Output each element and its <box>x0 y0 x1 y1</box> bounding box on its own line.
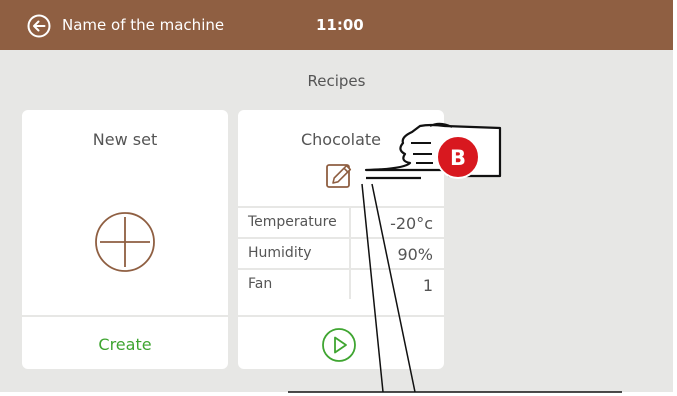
param-label: Temperature <box>248 214 337 230</box>
clock: 11:00 <box>316 16 364 34</box>
pencil-icon[interactable] <box>325 161 355 191</box>
param-value: 90% <box>397 245 433 264</box>
machine-screen: Name of the machine 11:00 Recipes New se… <box>0 0 673 392</box>
plus-circle-icon[interactable] <box>93 210 157 274</box>
param-row-humidity: Humidity 90% <box>238 237 444 268</box>
create-button[interactable]: Create <box>22 315 228 369</box>
recipe-parameters: Temperature -20°c Humidity 90% Fan 1 <box>238 206 444 299</box>
back-arrow-icon[interactable] <box>27 14 51 38</box>
top-bar: Name of the machine 11:00 <box>0 0 673 50</box>
param-row-fan: Fan 1 <box>238 268 444 299</box>
create-label: Create <box>98 335 152 354</box>
param-row-temperature: Temperature -20°c <box>238 206 444 237</box>
new-set-card: New set Create <box>22 110 228 369</box>
chocolate-recipe-card[interactable]: Chocolate Temperature -20°c Humidity 90%… <box>238 110 444 369</box>
start-recipe-area <box>238 315 444 369</box>
param-label: Fan <box>248 276 273 292</box>
machine-name: Name of the machine <box>62 16 225 34</box>
param-value: 1 <box>422 276 433 295</box>
recipe-title: Chocolate <box>300 130 382 149</box>
param-label: Humidity <box>248 245 312 261</box>
play-circle-icon[interactable] <box>321 327 357 363</box>
new-set-title: New set <box>92 130 158 149</box>
page-title: Recipes <box>307 72 366 90</box>
param-value: -20°c <box>390 214 433 233</box>
